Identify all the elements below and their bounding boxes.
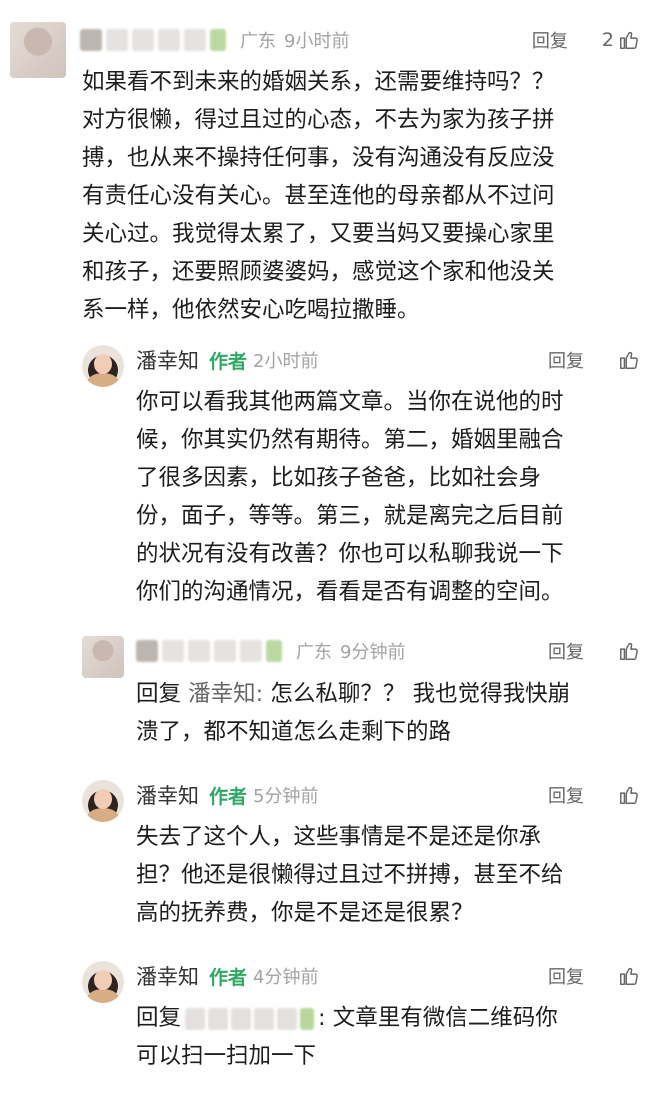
timestamp: 9分钟前: [340, 642, 406, 663]
timestamp: 9小时前: [284, 31, 350, 52]
comment-text: 你可以看我其他两篇文章。当你在说他的时 候，你其实仍然有期待。第二，婚姻里融合 …: [136, 389, 564, 605]
reply-button[interactable]: 回复: [548, 782, 584, 808]
comment-actions: 回复: [548, 636, 640, 666]
comment-text: 失去了这个人，这些事情是不是还是你承 担？他还是很懒得过且过不拼搏，甚至不给 高…: [136, 824, 564, 926]
author-badge: 作者: [209, 350, 248, 373]
comment-text: 如果看不到未来的婚姻关系，还需要维持吗？？ 对方很懒，得过且过的心态，不去为家为…: [82, 69, 555, 323]
author-avatar[interactable]: [82, 780, 124, 822]
comment-actions: 回复: [548, 345, 640, 375]
reply-prefix: 回复: [136, 681, 182, 707]
author-name[interactable]: 潘幸知: [136, 961, 199, 991]
reply-button[interactable]: 回复: [548, 638, 584, 664]
thumbs-up-icon[interactable]: [618, 349, 640, 371]
location-label: 广东: [240, 31, 276, 52]
user-avatar[interactable]: [82, 636, 124, 678]
author-badge: 作者: [209, 966, 248, 989]
like-count: 2: [601, 29, 614, 51]
comment-meta: 潘幸知 作者 4分钟前: [136, 961, 318, 991]
comment-meta: 广东 9分钟前: [136, 636, 405, 666]
author-avatar[interactable]: [82, 961, 124, 1003]
blurred-username[interactable]: [136, 640, 282, 662]
comment-text: 回复: 文章里有微信二维码你 可以扫一扫加一下: [136, 1005, 558, 1069]
blurred-reply-target[interactable]: [185, 1007, 315, 1030]
comment-text: 回复 潘幸知: 怎么私聊？？ 我也觉得我快崩 溃了，都不知道怎么走剩下的路: [136, 681, 571, 745]
location-label: 广东: [296, 642, 332, 663]
author-badge: 作者: [209, 785, 248, 808]
thumbs-up-icon[interactable]: [618, 965, 640, 987]
author-avatar[interactable]: [82, 345, 124, 387]
reply-button[interactable]: 回复: [548, 347, 584, 373]
comment-meta: 潘幸知 作者 2小时前: [136, 345, 318, 375]
user-avatar[interactable]: [10, 22, 66, 78]
reply-prefix: 回复: [136, 1005, 182, 1031]
timestamp: 2小时前: [253, 351, 319, 372]
comment-meta: 广东 9小时前: [80, 25, 349, 55]
blurred-username[interactable]: [80, 29, 226, 51]
comment-actions: 回复: [548, 780, 640, 810]
thumbs-up-icon[interactable]: [618, 29, 640, 51]
author-name[interactable]: 潘幸知: [136, 345, 199, 375]
reply-button[interactable]: 回复: [532, 27, 568, 53]
timestamp: 5分钟前: [253, 786, 319, 807]
comment-actions: 回复 2: [532, 25, 640, 55]
timestamp: 4分钟前: [253, 967, 319, 988]
thumbs-up-icon[interactable]: [618, 640, 640, 662]
author-name[interactable]: 潘幸知: [136, 780, 199, 810]
thumbs-up-icon[interactable]: [618, 784, 640, 806]
comment-meta: 潘幸知 作者 5分钟前: [136, 780, 318, 810]
reply-button[interactable]: 回复: [548, 963, 584, 989]
comment-actions: 回复: [548, 961, 640, 991]
reply-target[interactable]: 潘幸知:: [188, 681, 263, 707]
